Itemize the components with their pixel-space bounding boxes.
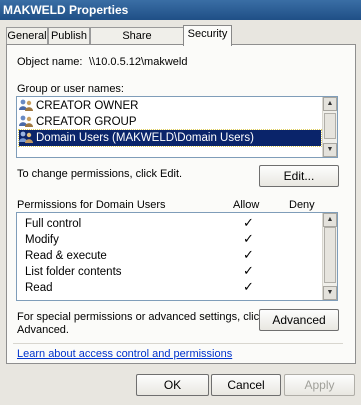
scroll-up-button[interactable]: ▲ xyxy=(323,97,337,111)
scroll-down-button[interactable]: ▼ xyxy=(323,143,337,157)
user-group-icon xyxy=(19,131,33,143)
object-name-value: \\10.0.5.12\makweld xyxy=(89,56,188,68)
permissions-scrollbar[interactable]: ▲ ▼ xyxy=(322,213,337,300)
list-item-selected[interactable]: Domain Users (MAKWELD\Domain Users) xyxy=(18,129,322,147)
allow-column-header: Allow xyxy=(233,199,260,211)
tab-publish[interactable]: Publish xyxy=(48,27,90,45)
edit-button[interactable]: Edit... xyxy=(259,165,339,187)
advanced-button[interactable]: Advanced xyxy=(259,309,339,331)
group-name: CREATOR OWNER xyxy=(36,100,139,112)
list-item[interactable]: CREATOR OWNER xyxy=(19,98,138,114)
allow-check: ✓ xyxy=(243,263,254,278)
special-permissions-text-2: Advanced. xyxy=(17,324,69,336)
group-names-label: Group or user names: xyxy=(17,83,124,95)
allow-check: ✓ xyxy=(243,247,254,262)
object-name-label: Object name: xyxy=(17,56,83,68)
group-name: CREATOR GROUP xyxy=(36,116,137,128)
group-list[interactable]: CREATOR OWNER CREATOR GROUP Domain Users… xyxy=(16,96,338,158)
divider xyxy=(13,343,343,344)
change-permissions-text: To change permissions, click Edit. xyxy=(17,168,183,180)
tab-general[interactable]: General xyxy=(6,27,48,45)
scroll-down-button[interactable]: ▼ xyxy=(323,286,337,300)
permission-name: Full control xyxy=(25,218,82,230)
allow-check: ✓ xyxy=(243,215,254,230)
security-panel: Object name: \\10.0.5.12\makweld Group o… xyxy=(6,44,356,364)
permission-name: List folder contents xyxy=(25,266,122,278)
permissions-list: Full control ✓ Modify ✓ Read & execute ✓… xyxy=(16,212,338,301)
permission-name: Read & execute xyxy=(25,250,107,262)
scroll-up-button[interactable]: ▲ xyxy=(323,213,337,227)
learn-more-link[interactable]: Learn about access control and permissio… xyxy=(17,348,232,360)
user-group-icon xyxy=(19,99,33,111)
window-title: MAKWELD Properties xyxy=(3,3,129,17)
cancel-button[interactable]: Cancel xyxy=(211,374,281,396)
allow-check: ✓ xyxy=(243,231,254,246)
list-item[interactable]: CREATOR GROUP xyxy=(19,114,137,130)
allow-check: ✓ xyxy=(243,279,254,294)
title-bar: MAKWELD Properties xyxy=(0,0,361,20)
permission-name: Read xyxy=(25,282,53,294)
tab-security[interactable]: Security xyxy=(183,25,232,46)
permission-name: Modify xyxy=(25,234,59,246)
deny-column-header: Deny xyxy=(289,199,315,211)
special-permissions-text: For special permissions or advanced sett… xyxy=(17,311,265,323)
scroll-thumb[interactable] xyxy=(324,113,336,139)
tab-share-permissions[interactable]: Share Permissions xyxy=(90,27,184,59)
permissions-header: Permissions for Domain Users xyxy=(17,199,166,211)
group-list-scrollbar[interactable]: ▲ ▼ xyxy=(322,97,337,157)
scroll-thumb[interactable] xyxy=(324,227,336,283)
apply-button[interactable]: Apply xyxy=(284,374,355,396)
group-name: Domain Users (MAKWELD\Domain Users) xyxy=(36,132,254,144)
ok-button[interactable]: OK xyxy=(136,374,209,396)
user-group-icon xyxy=(19,115,33,127)
